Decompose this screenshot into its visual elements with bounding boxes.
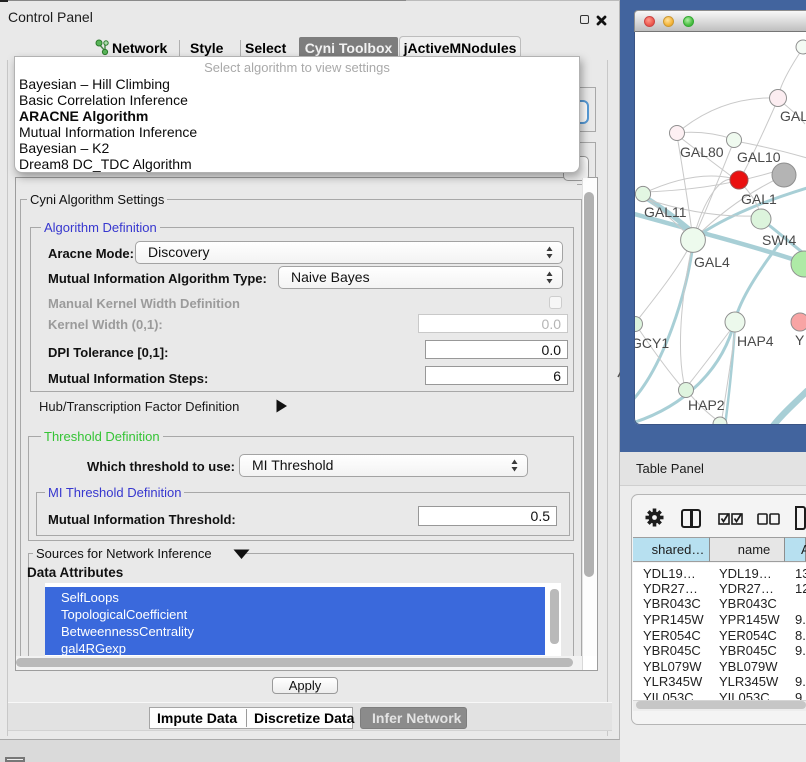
svg-text:HAP2: HAP2 <box>688 397 725 413</box>
svg-text:HAP4: HAP4 <box>737 333 774 349</box>
svg-text:GAL4: GAL4 <box>694 254 730 270</box>
svg-text:GAL: GAL <box>780 108 806 124</box>
svg-text:SWI4: SWI4 <box>762 232 796 248</box>
svg-text:GCY1: GCY1 <box>634 335 669 351</box>
svg-text:GAL80: GAL80 <box>680 144 724 160</box>
svg-text:GAL11: GAL11 <box>644 204 687 220</box>
svg-text:GAL10: GAL10 <box>737 149 781 165</box>
svg-text:Y: Y <box>795 332 805 348</box>
svg-text:GAL1: GAL1 <box>741 191 777 207</box>
